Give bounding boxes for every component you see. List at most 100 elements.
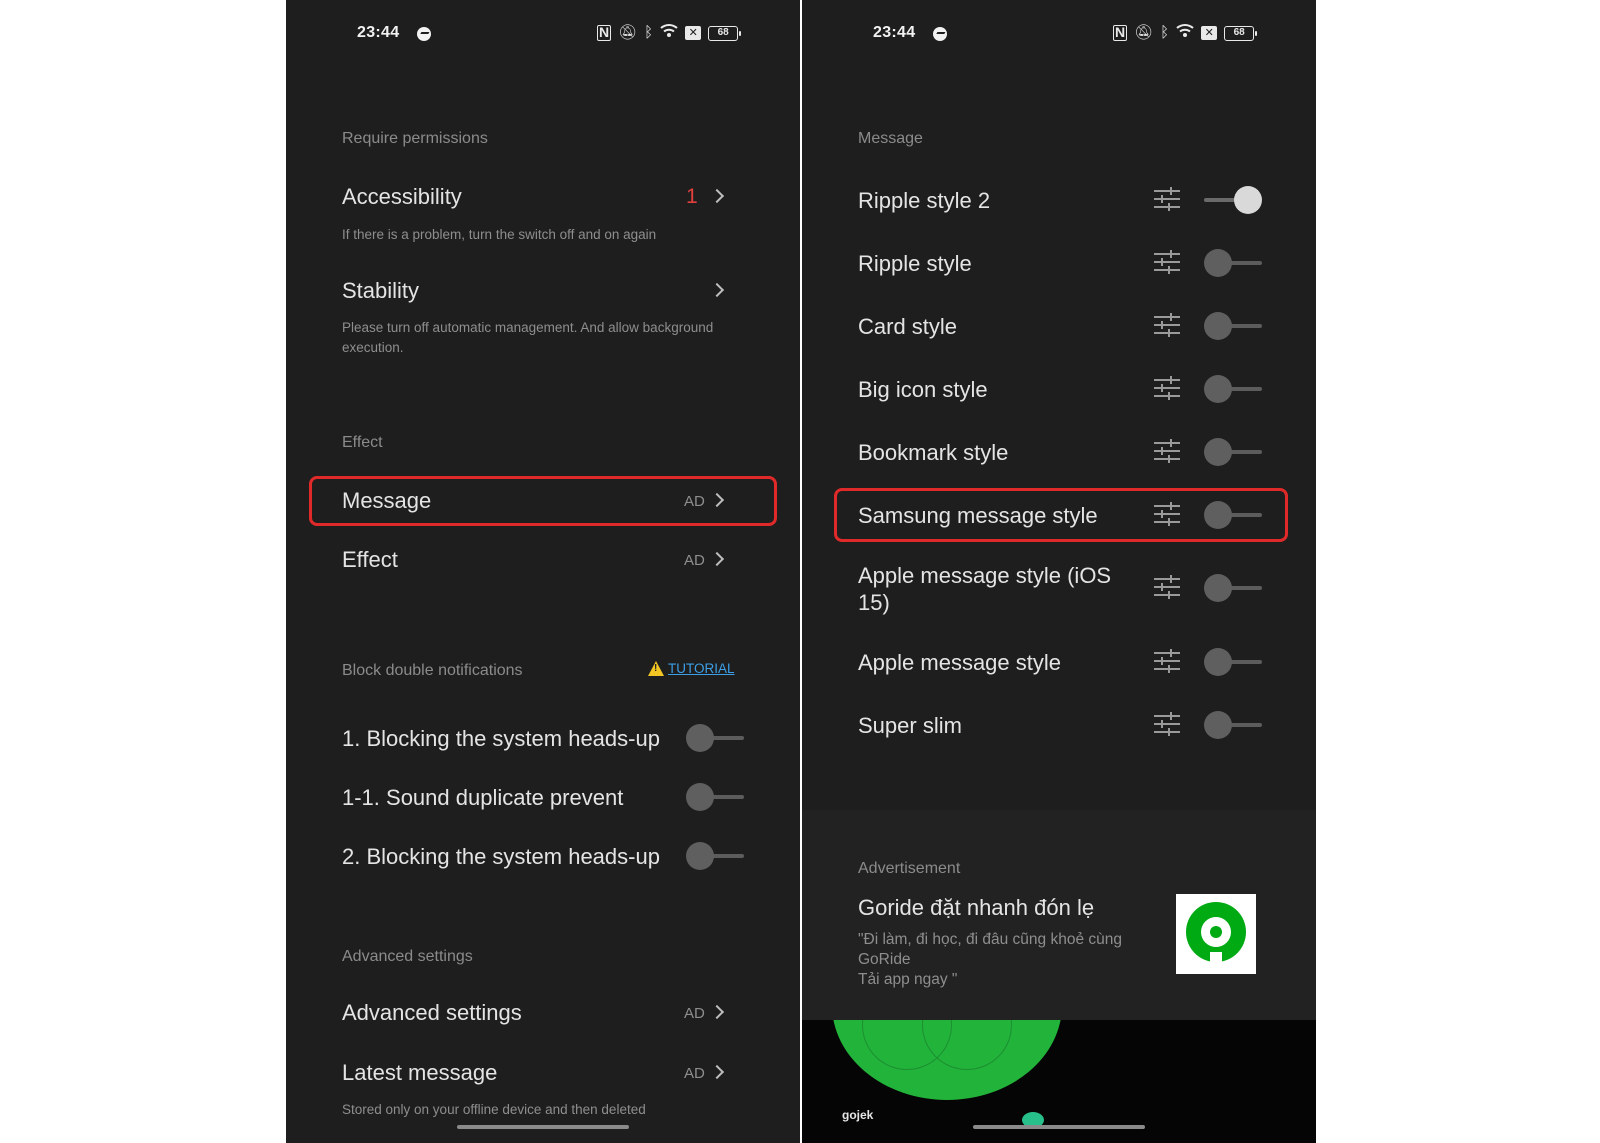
block-label-1: 1. Blocking the system heads-up	[342, 726, 660, 751]
style-toggle-5[interactable]	[1204, 437, 1262, 467]
nfc-icon: N	[1113, 24, 1128, 41]
stability-subtitle: Please turn off automatic management. An…	[342, 320, 714, 355]
status-icons: N 🔕︎ ᛒ ✕ 68	[597, 23, 742, 43]
advertisement-card[interactable]: Advertisement Goride đặt nhanh đón lẹ "Đ…	[802, 810, 1316, 1020]
accessibility-row[interactable]: Accessibility 1 If there is a problem, t…	[286, 170, 800, 250]
section-message: Message	[858, 130, 923, 147]
effect-row[interactable]: Effect AD	[286, 537, 800, 583]
style-row-2: Ripple style	[802, 241, 1316, 285]
x-icon: ✕	[1201, 26, 1218, 40]
chevron-right-icon	[709, 1064, 725, 1080]
left-screen: 23:44 N 🔕︎ ᛒ ✕ 68 Require permissions Ac…	[286, 0, 800, 1143]
home-indicator[interactable]	[973, 1125, 1145, 1129]
style-toggle-4[interactable]	[1204, 374, 1262, 404]
messenger-icon	[933, 27, 947, 41]
warning-icon	[648, 661, 664, 676]
message-ad-label: AD	[684, 493, 705, 510]
section-block-double-notifications: Block double notifications	[342, 662, 523, 679]
latest-message-ad-label: AD	[684, 1065, 705, 1082]
wifi-icon	[660, 23, 678, 43]
style-label-7: Apple message style (iOS 15)	[858, 563, 1112, 615]
nfc-icon: N	[597, 24, 612, 41]
stability-row[interactable]: Stability Please turn off automatic mana…	[286, 264, 800, 364]
chevron-right-icon	[709, 188, 725, 204]
chevron-right-icon	[709, 1004, 725, 1020]
latest-message-subtitle: Stored only on your offline device and t…	[342, 1102, 646, 1117]
battery-icon: 68	[708, 25, 742, 41]
accessibility-badge: 1	[686, 185, 698, 208]
chevron-right-icon	[709, 551, 725, 567]
block-row-2: 1-1. Sound duplicate prevent	[286, 775, 800, 819]
section-advanced-settings: Advanced settings	[342, 948, 473, 965]
gojek-logo-icon	[1176, 894, 1256, 974]
tutorial-link[interactable]: TUTORIAL	[648, 661, 735, 676]
style-label-5: Bookmark style	[858, 440, 1009, 465]
block-row-3: 2. Blocking the system heads-up	[286, 834, 800, 878]
style-toggle-1[interactable]	[1204, 185, 1262, 215]
block-label-2: 1-1. Sound duplicate prevent	[342, 785, 624, 810]
status-time: 23:44	[873, 24, 916, 41]
tune-icon[interactable]	[1154, 712, 1180, 736]
advertisement-description: "Đi làm, đi học, đi đâu cũng khoẻ cùng G…	[858, 931, 1122, 988]
mute-icon: 🔕︎	[618, 24, 638, 41]
tune-icon[interactable]	[1154, 250, 1180, 274]
tune-icon[interactable]	[1154, 376, 1180, 400]
message-row[interactable]: Message AD	[286, 478, 800, 524]
style-row-1: Ripple style 2	[802, 178, 1316, 222]
style-label-6: Samsung message style	[858, 503, 1098, 528]
style-row-6: Samsung message style	[802, 493, 1316, 537]
block-toggle-3[interactable]	[686, 841, 744, 871]
advertisement-label: Advertisement	[858, 860, 961, 877]
battery-icon: 68	[1224, 25, 1258, 41]
style-row-3: Card style	[802, 304, 1316, 348]
banner-brand-text: gojek	[842, 1108, 874, 1122]
stability-title: Stability	[342, 278, 420, 303]
latest-message-title: Latest message	[342, 1060, 498, 1085]
style-toggle-3[interactable]	[1204, 311, 1262, 341]
tune-icon[interactable]	[1154, 313, 1180, 337]
style-label-8: Apple message style	[858, 650, 1061, 675]
section-require-permissions: Require permissions	[342, 130, 488, 147]
chevron-right-icon	[709, 282, 725, 298]
style-toggle-6[interactable]	[1204, 500, 1262, 530]
tune-icon[interactable]	[1154, 649, 1180, 673]
tune-icon[interactable]	[1154, 187, 1180, 211]
style-toggle-8[interactable]	[1204, 647, 1262, 677]
message-title: Message	[342, 488, 432, 513]
effect-ad-label: AD	[684, 552, 705, 569]
advertisement-title: Goride đặt nhanh đón lẹ	[858, 895, 1095, 920]
status-icons: N 🔕︎ ᛒ ✕ 68	[1113, 23, 1258, 43]
style-label-3: Card style	[858, 314, 958, 339]
tune-icon[interactable]	[1154, 502, 1180, 526]
latest-message-row[interactable]: Latest message AD Stored only on your of…	[286, 1050, 800, 1130]
chevron-right-icon	[709, 492, 725, 508]
advanced-settings-title: Advanced settings	[342, 1000, 522, 1025]
style-toggle-2[interactable]	[1204, 248, 1262, 278]
block-row-1: 1. Blocking the system heads-up	[286, 716, 800, 760]
section-effect: Effect	[342, 434, 383, 451]
messenger-icon	[417, 27, 431, 41]
style-toggle-7[interactable]	[1204, 573, 1262, 603]
style-row-4: Big icon style	[802, 367, 1316, 411]
style-label-1: Ripple style 2	[858, 188, 991, 213]
style-label-9: Super slim	[858, 713, 962, 738]
block-toggle-1[interactable]	[686, 723, 744, 753]
style-row-9: Super slim	[802, 703, 1316, 747]
right-screen: 23:44 N 🔕︎ ᛒ ✕ 68 Message Ripple style 2…	[802, 0, 1316, 1143]
status-bar: 23:44 N 🔕︎ ᛒ ✕ 68	[286, 0, 800, 70]
tune-icon[interactable]	[1154, 575, 1180, 599]
style-label-4: Big icon style	[858, 377, 988, 402]
advanced-settings-ad-label: AD	[684, 1005, 705, 1022]
wifi-icon	[1176, 23, 1194, 43]
accessibility-subtitle: If there is a problem, turn the switch o…	[342, 227, 657, 242]
mute-icon: 🔕︎	[1134, 24, 1154, 41]
style-row-8: Apple message style	[802, 640, 1316, 684]
effect-title: Effect	[342, 547, 398, 572]
block-toggle-2[interactable]	[686, 782, 744, 812]
bluetooth-icon: ᛒ	[644, 24, 654, 41]
style-toggle-9[interactable]	[1204, 710, 1262, 740]
home-indicator[interactable]	[457, 1125, 629, 1129]
status-time: 23:44	[357, 24, 400, 41]
tune-icon[interactable]	[1154, 439, 1180, 463]
advanced-settings-row[interactable]: Advanced settings AD	[286, 990, 800, 1036]
